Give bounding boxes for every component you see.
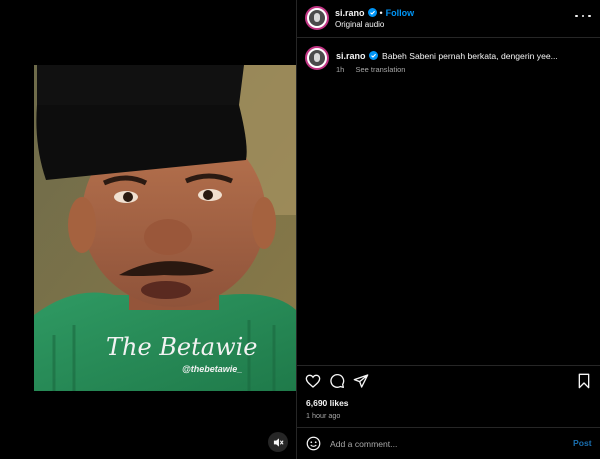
watermark-title: The Betawie xyxy=(106,333,258,361)
more-options-icon[interactable] xyxy=(575,10,591,22)
header-text: si.rano • Follow Original audio xyxy=(335,6,414,30)
bookmark-icon[interactable] xyxy=(576,373,592,389)
emoji-icon[interactable] xyxy=(306,436,321,451)
action-bar xyxy=(297,371,600,393)
caption-body: si.rano Babeh Sabeni pernah berkata, den… xyxy=(336,49,596,62)
follow-button[interactable]: Follow xyxy=(386,8,415,18)
caption-avatar[interactable] xyxy=(305,46,329,70)
comment-input[interactable] xyxy=(330,436,560,451)
mute-icon xyxy=(273,437,284,447)
caption-username[interactable]: si.rano xyxy=(336,51,366,61)
comment-bar: Post xyxy=(297,428,600,459)
post-header: si.rano • Follow Original audio xyxy=(297,0,600,38)
post-comment-button[interactable]: Post xyxy=(573,438,592,448)
comment-icon[interactable] xyxy=(329,373,345,389)
caption-text: Babeh Sabeni pernah berkata, dengerin ye… xyxy=(381,51,558,61)
heart-icon[interactable] xyxy=(305,373,321,389)
share-icon[interactable] xyxy=(353,373,369,389)
see-translation-link[interactable]: See translation xyxy=(355,65,405,74)
username[interactable]: si.rano xyxy=(335,8,365,18)
post-side-pane: si.rano • Follow Original audio si.rano Ba… xyxy=(297,0,600,459)
verified-badge-icon xyxy=(368,51,378,60)
avatar[interactable] xyxy=(305,6,329,30)
video-player[interactable]: The Betawie @thebetawie_ xyxy=(34,65,296,391)
likes-count[interactable]: 6,690 likes xyxy=(306,398,349,408)
caption-meta: 1h See translation xyxy=(336,65,405,74)
original-audio-link[interactable]: Original audio xyxy=(335,19,414,30)
verified-badge-icon xyxy=(367,8,377,17)
actions-divider xyxy=(297,365,600,366)
caption-age: 1h xyxy=(336,65,345,74)
separator-dot: • xyxy=(379,8,383,18)
post-timestamp: 1 hour ago xyxy=(306,411,341,420)
video-frame-image: The Betawie @thebetawie_ xyxy=(34,65,296,391)
media-pane: The Betawie @thebetawie_ xyxy=(0,0,296,459)
watermark-handle: @thebetawie_ xyxy=(182,364,242,374)
mute-button[interactable] xyxy=(268,432,288,452)
